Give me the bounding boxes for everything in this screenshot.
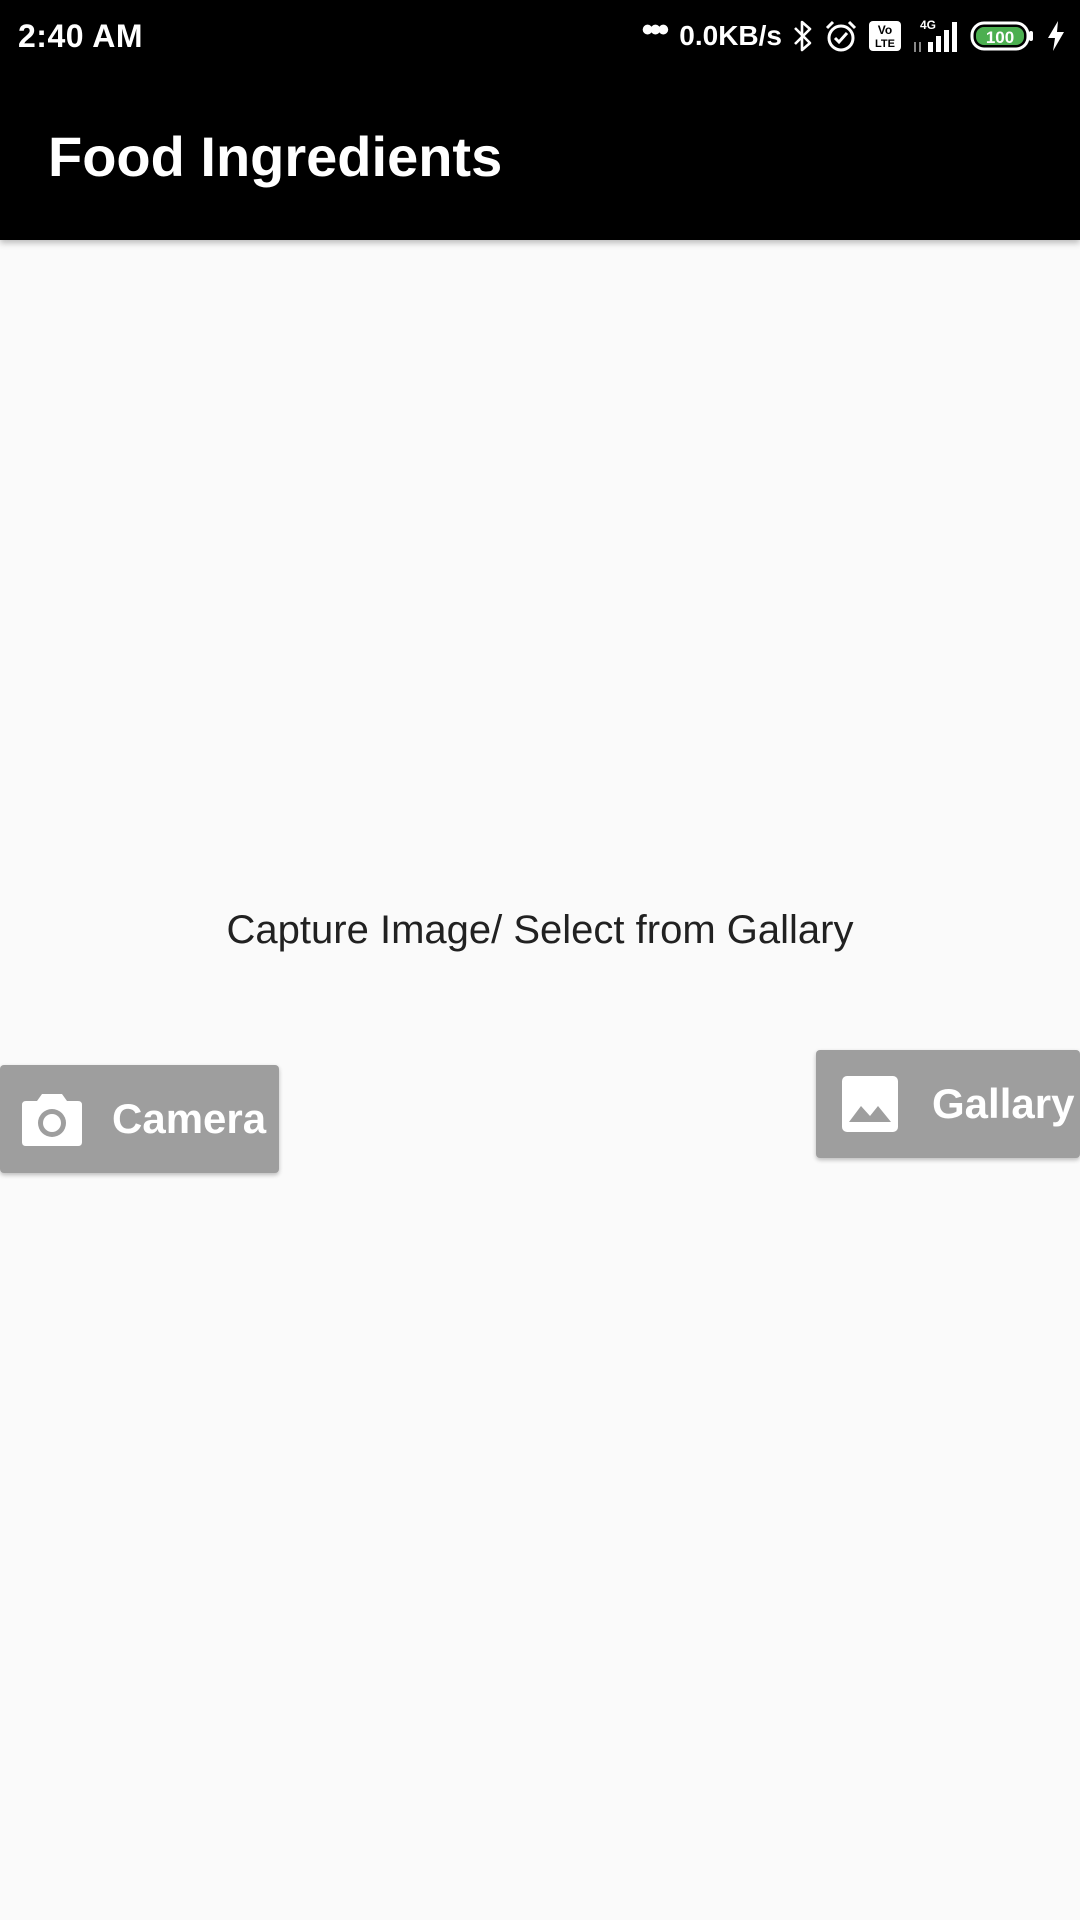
svg-text:LTE: LTE bbox=[875, 38, 895, 50]
gallery-button[interactable]: Gallary bbox=[816, 1050, 1080, 1158]
page-title: Food Ingredients bbox=[48, 125, 503, 188]
battery-icon: 100 bbox=[970, 21, 1036, 51]
bluetooth-icon bbox=[792, 19, 814, 53]
svg-text:100: 100 bbox=[986, 28, 1014, 47]
notification-dots: ••• bbox=[641, 11, 670, 49]
camera-button[interactable]: Camera bbox=[0, 1065, 279, 1173]
camera-button-label: Camera bbox=[112, 1095, 267, 1142]
charging-icon bbox=[1046, 20, 1066, 52]
status-time: 2:40 AM bbox=[18, 18, 144, 54]
svg-text:4G: 4G bbox=[920, 18, 936, 32]
camera-icon bbox=[22, 1089, 82, 1149]
status-bar: 2:40 AM ••• 0.0KB/s Vo LTE 4G 100 bbox=[0, 0, 1080, 72]
alarm-icon bbox=[824, 19, 858, 53]
volte-icon: Vo LTE bbox=[868, 20, 902, 52]
status-icons: ••• 0.0KB/s Vo LTE 4G 100 bbox=[642, 11, 1066, 58]
app-bar: Food Ingredients bbox=[0, 72, 1080, 240]
gallery-button-label: Gallary bbox=[932, 1080, 1075, 1127]
svg-text:Vo: Vo bbox=[878, 23, 892, 37]
signal-4g-icon: 4G bbox=[912, 18, 960, 54]
image-icon bbox=[840, 1074, 900, 1134]
capture-prompt: Capture Image/ Select from Gallary bbox=[226, 908, 854, 952]
network-speed: 0.0KB/s bbox=[679, 20, 782, 51]
